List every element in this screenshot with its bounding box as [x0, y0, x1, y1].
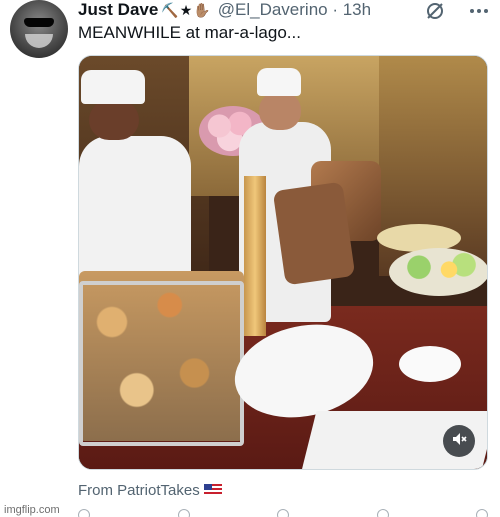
chef-figure: [79, 136, 191, 286]
video-player[interactable]: [78, 55, 488, 470]
speaker-muted-icon: [451, 431, 467, 452]
tweet-action-bar: [78, 508, 488, 517]
chef-hat: [257, 68, 301, 96]
chef-figure: [89, 100, 139, 140]
avatar[interactable]: [10, 0, 68, 58]
views-icon: [376, 509, 389, 517]
retweet-icon: [177, 509, 190, 517]
reply-icon: [78, 509, 90, 517]
reply-button[interactable]: [78, 508, 90, 517]
serving-plate: [399, 346, 461, 382]
author-emojis: ⛏️★✋🏽: [161, 1, 212, 18]
tweet[interactable]: Just Dave ⛏️★✋🏽 @El_Daverino · 13h MEANW…: [0, 0, 500, 517]
imgflip-watermark: imgflip.com: [4, 504, 60, 516]
chef-figure: [259, 92, 301, 130]
author-name[interactable]: Just Dave: [78, 0, 158, 20]
buffet-tray-frame: [79, 281, 244, 446]
views-button[interactable]: [376, 508, 389, 517]
source-label[interactable]: From PatriotTakes: [78, 482, 200, 499]
header-actions: [424, 0, 490, 22]
beard-graphic: [25, 34, 53, 48]
share-button[interactable]: [476, 508, 488, 517]
brass-lamp-post: [244, 176, 266, 336]
like-button[interactable]: [277, 508, 289, 517]
us-flag-icon: [203, 484, 222, 496]
sunglasses-graphic: [24, 18, 54, 27]
author-handle-and-time[interactable]: @El_Daverino · 13h: [218, 0, 371, 20]
tweet-header: Just Dave ⛏️★✋🏽 @El_Daverino · 13h: [78, 0, 371, 20]
mute-button[interactable]: [443, 425, 475, 457]
shoulder-bag: [272, 181, 356, 286]
like-icon: [277, 509, 289, 517]
tweet-text: MEANWHILE at mar-a-lago...: [78, 23, 301, 42]
more-icon[interactable]: [468, 0, 490, 22]
salad-platter: [389, 248, 487, 296]
grok-icon[interactable]: [424, 0, 446, 22]
chef-hat: [81, 70, 145, 104]
share-icon: [476, 509, 488, 517]
media-source-attribution[interactable]: From PatriotTakes: [78, 482, 222, 499]
retweet-button[interactable]: [177, 508, 190, 517]
